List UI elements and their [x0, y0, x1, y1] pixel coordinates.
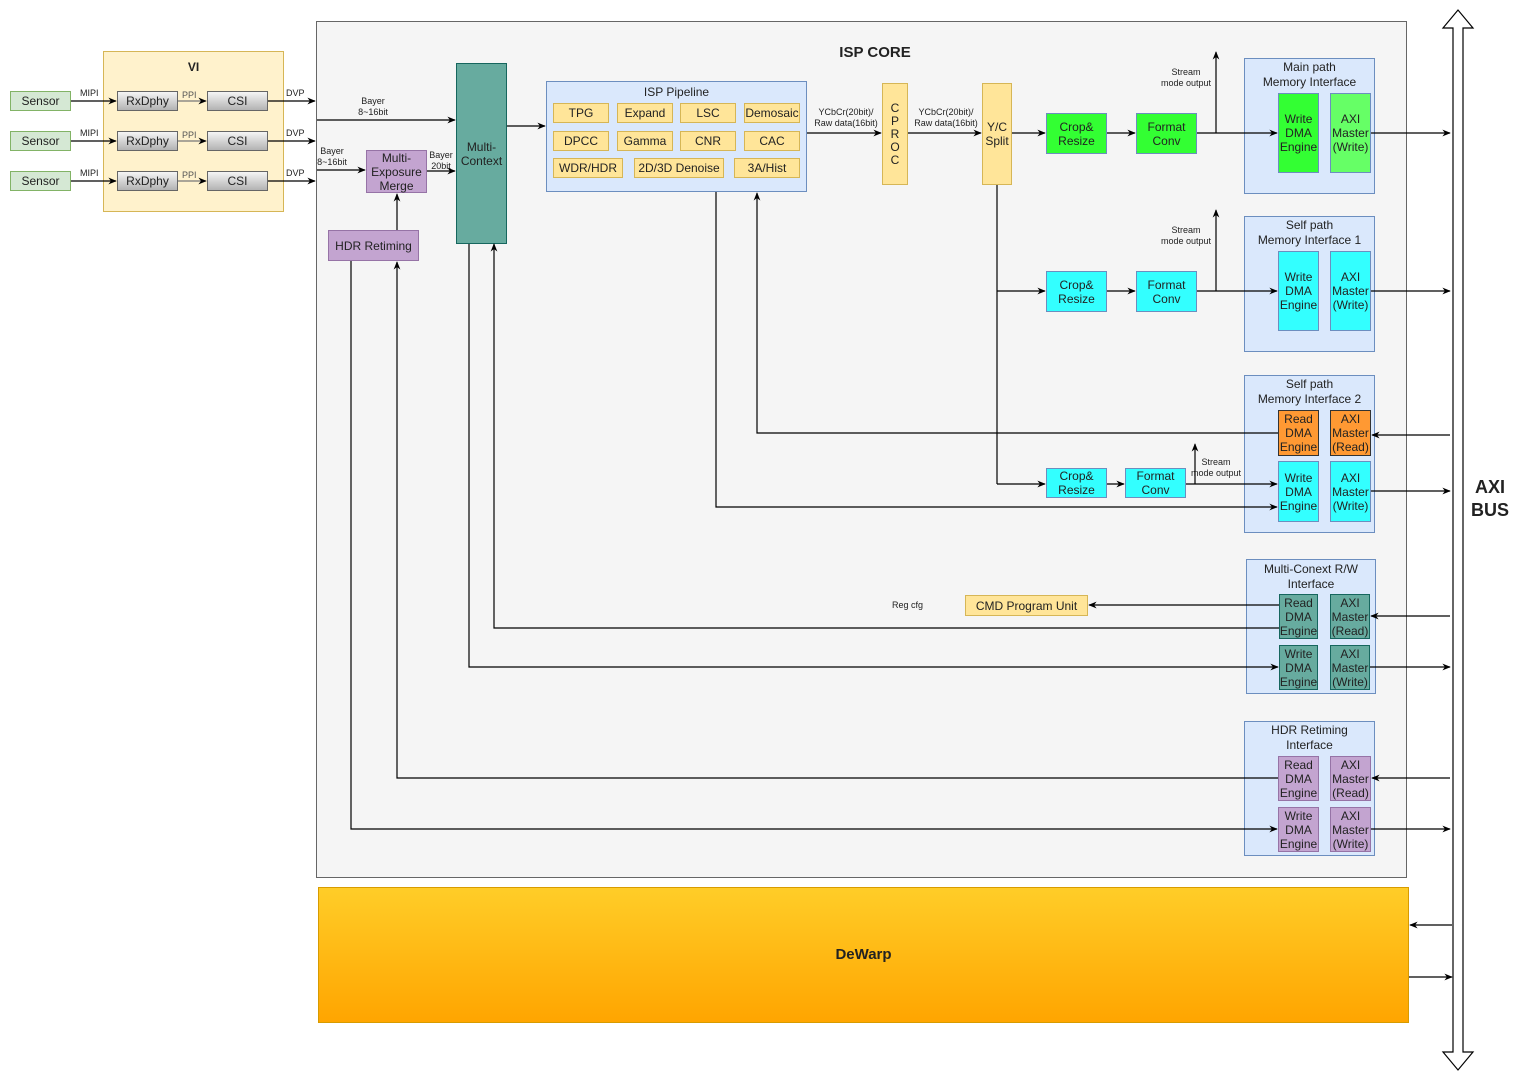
wire-readdma-to-pipeline — [753, 192, 1278, 434]
connection-wires — [71, 9, 1475, 1071]
axi-bus-arrow — [1441, 9, 1475, 1071]
wire-readdma-to-mc — [490, 243, 1279, 629]
wire-mc-to-writedma — [468, 244, 1279, 671]
wire-hdr-readdma-to-retiming — [393, 261, 1278, 779]
wire-retiming-to-hdr-writedma — [350, 261, 1278, 833]
